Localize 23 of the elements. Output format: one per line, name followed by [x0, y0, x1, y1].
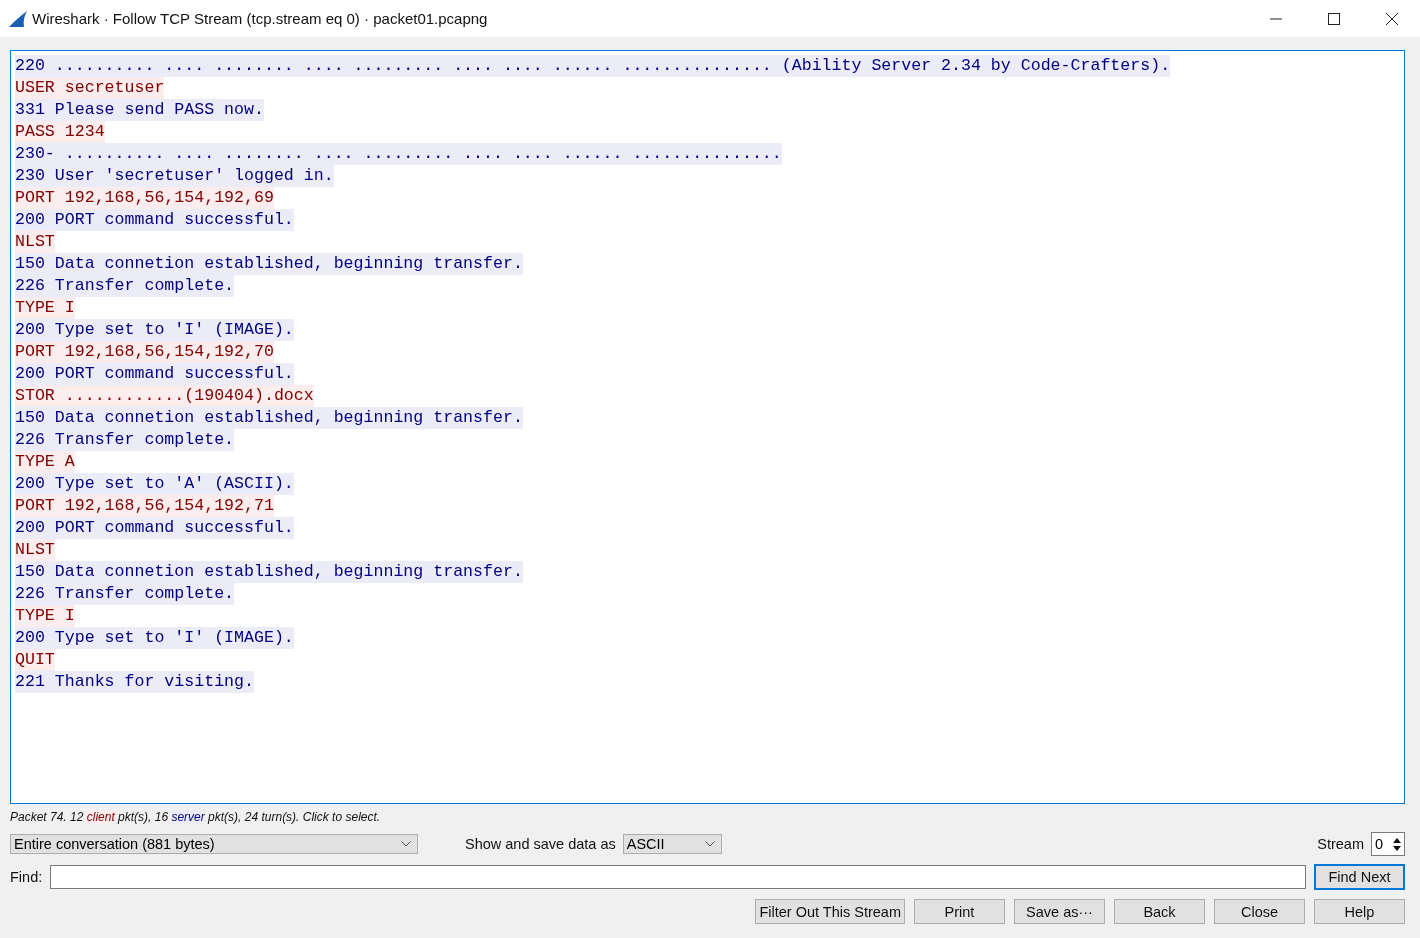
format-dropdown[interactable]: ASCII — [622, 834, 722, 854]
find-next-button[interactable]: Find Next — [1314, 864, 1405, 890]
show-as-label: Show and save data as — [465, 836, 616, 852]
dialog-button[interactable]: Print — [914, 899, 1005, 924]
window-title: Wireshark · Follow TCP Stream (tcp.stream eq 0) · packet01.pcapng — [32, 10, 488, 27]
find-field[interactable] — [50, 865, 1306, 889]
dialog-button[interactable]: Help — [1314, 899, 1405, 924]
fin-logo-icon — [8, 9, 28, 28]
stream-spinbox[interactable]: 0 — [1371, 832, 1405, 856]
close-icon[interactable] — [1386, 12, 1398, 25]
down-arrow-icon[interactable] — [1393, 845, 1401, 852]
stream-label: Stream — [1317, 836, 1364, 852]
dialog-button[interactable]: Filter Out This Stream — [755, 899, 905, 924]
status-text: Packet 74. 12 client pkt(s), 16 server pkt(s), 24 turn(s). Click to select. — [10, 810, 382, 824]
maximize-icon[interactable] — [1328, 12, 1340, 25]
chevron-icon — [704, 841, 715, 847]
dialog-button[interactable]: Back — [1114, 899, 1205, 924]
chevron-icon — [401, 841, 411, 847]
dialog-button[interactable]: Save as··· — [1014, 899, 1105, 924]
conversation-dropdown[interactable]: Entire conversation (881 bytes) — [10, 834, 418, 854]
up-arrow-icon[interactable] — [1393, 836, 1401, 843]
dialog-button[interactable]: Close — [1214, 899, 1305, 924]
find-label: Find: — [10, 869, 43, 885]
